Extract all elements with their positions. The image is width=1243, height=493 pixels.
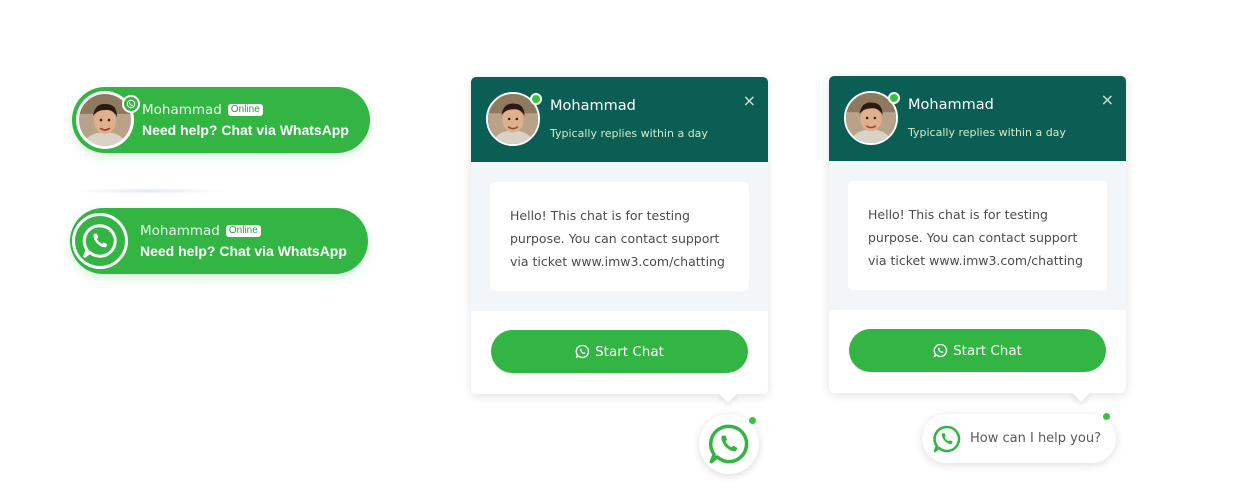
divider-shadow [70,188,230,194]
online-status-dot [888,92,900,104]
online-badge: Online [227,104,263,116]
whatsapp-icon [708,424,749,464]
agent-avatar-frame [844,91,900,145]
whatsapp-icon [72,213,128,269]
whatsapp-icon [933,343,948,358]
whatsapp-pill-button-avatar[interactable]: Mohammad Online Need help? Chat via What… [72,87,370,153]
online-status-dot [1101,411,1112,422]
online-status-dot [530,93,542,105]
chat-card-body: Hello! This chat is for testing purpose.… [471,162,768,311]
start-chat-label: Start Chat [953,342,1022,359]
pill-cta-label: Need help? Chat via WhatsApp [140,243,347,259]
whatsapp-badge-icon [122,95,140,113]
pill-text-block: Mohammad Online Need help? Chat via What… [142,101,349,138]
agent-name: Mohammad [140,223,220,239]
help-launcher-label: How can I help you? [970,431,1101,446]
whatsapp-launcher-button[interactable] [699,414,759,474]
chat-card-footer: Start Chat [471,311,768,394]
chat-card-header: Mohammad Typically replies within a day … [829,76,1126,161]
online-badge: Online [225,225,261,237]
pill-text-block: Mohammad Online Need help? Chat via What… [140,222,347,259]
close-icon[interactable]: × [743,93,756,109]
online-status-dot [747,415,758,426]
help-launcher-button[interactable]: How can I help you? [922,411,1116,463]
agent-avatar-frame [486,92,542,146]
whatsapp-pill-button-icon[interactable]: Mohammad Online Need help? Chat via What… [70,208,368,274]
chat-card-header: Mohammad Typically replies within a day … [471,77,768,162]
chat-widget-card: Mohammad Typically replies within a day … [471,77,768,403]
whatsapp-icon [932,424,962,454]
start-chat-button[interactable]: Start Chat [849,329,1106,372]
chat-card-body: Hello! This chat is for testing purpose.… [829,161,1126,310]
chat-card-footer: Start Chat [829,310,1126,393]
welcome-message: Hello! This chat is for testing purpose.… [490,182,749,291]
pill-cta-label: Need help? Chat via WhatsApp [142,122,349,138]
welcome-message: Hello! This chat is for testing purpose.… [848,181,1107,290]
agent-name: Mohammad [142,102,222,118]
whatsapp-icon [575,344,590,359]
reply-time-text: Typically replies within a day [550,127,708,140]
reply-time-text: Typically replies within a day [908,126,1066,139]
start-chat-label: Start Chat [595,343,664,360]
agent-name: Mohammad [908,97,994,113]
start-chat-button[interactable]: Start Chat [491,330,748,373]
chat-widget-card: Mohammad Typically replies within a day … [829,76,1126,402]
agent-name: Mohammad [550,98,636,114]
close-icon[interactable]: × [1101,92,1114,108]
